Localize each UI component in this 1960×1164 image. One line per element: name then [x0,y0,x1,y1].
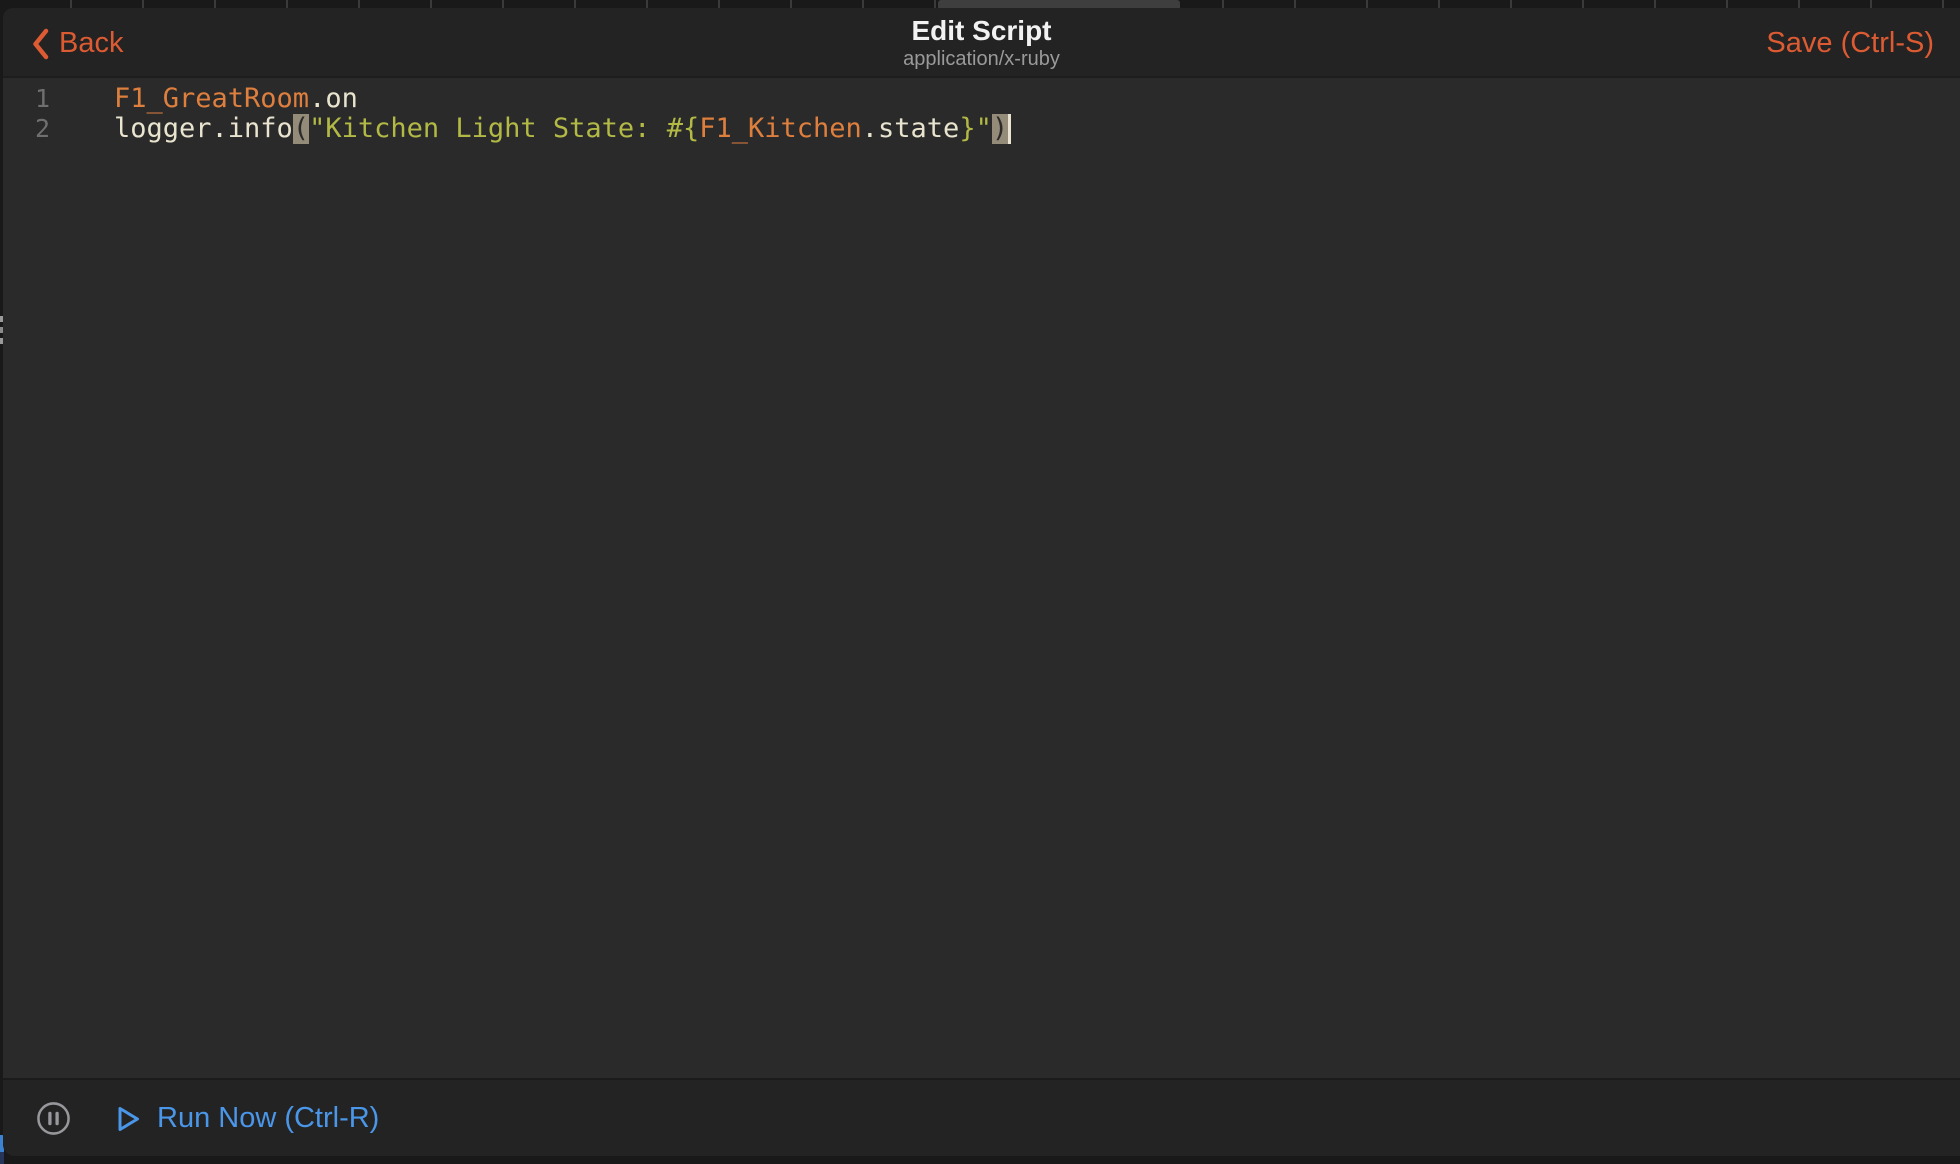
text-cursor [1008,114,1011,144]
code-token-plain: .on [309,84,358,114]
code-token-string: "Kitchen Light State: #{ [309,114,699,144]
edit-script-modal: Back Edit Script application/x-ruby Save… [3,8,1960,1156]
run-now-button[interactable]: Run Now (Ctrl-R) [116,1102,379,1135]
page-title: Edit Script [911,16,1051,46]
line-content: F1_GreatRoom.on [114,84,358,114]
line-number: 2 [3,114,50,144]
code-token-plain: .state [862,114,960,144]
title-block: Edit Script application/x-ruby [3,8,1960,78]
editor-lines: 1 F1_GreatRoom.on 2 logger.info("Kitchen Li… [3,84,1960,144]
code-token-constant: F1_Kitchen [699,114,862,144]
code-token-match: ( [293,114,309,144]
save-button[interactable]: Save (Ctrl-S) [1766,8,1934,78]
run-now-label: Run Now (Ctrl-R) [157,1102,379,1135]
play-icon [116,1105,141,1133]
background-fragment [0,1152,4,1164]
pause-button[interactable] [36,1101,71,1136]
code-line: 1 F1_GreatRoom.on [3,84,1960,114]
code-token-string: }" [959,114,992,144]
code-editor[interactable]: 1 F1_GreatRoom.on 2 logger.info("Kitchen Li… [3,78,1960,1078]
navbar: Back Edit Script application/x-ruby Save… [3,8,1960,78]
background-window-top-edge [0,0,1960,8]
code-token-plain: logger.info [114,114,293,144]
screen: { "header": { "back_label": "Back", "tit… [0,0,1960,1156]
page-subtitle: application/x-ruby [903,48,1060,70]
code-token-constant: F1_GreatRoom [114,84,309,114]
line-number: 1 [3,84,50,114]
footer-toolbar: Run Now (Ctrl-R) [3,1078,1960,1156]
background-window-tab [938,0,1180,8]
code-line: 2 logger.info("Kitchen Light State: #{F1_… [3,114,1960,144]
code-token-match: ) [992,114,1008,144]
pause-circle-icon [36,1101,71,1136]
line-content: logger.info("Kitchen Light State: #{F1_K… [114,114,1011,144]
